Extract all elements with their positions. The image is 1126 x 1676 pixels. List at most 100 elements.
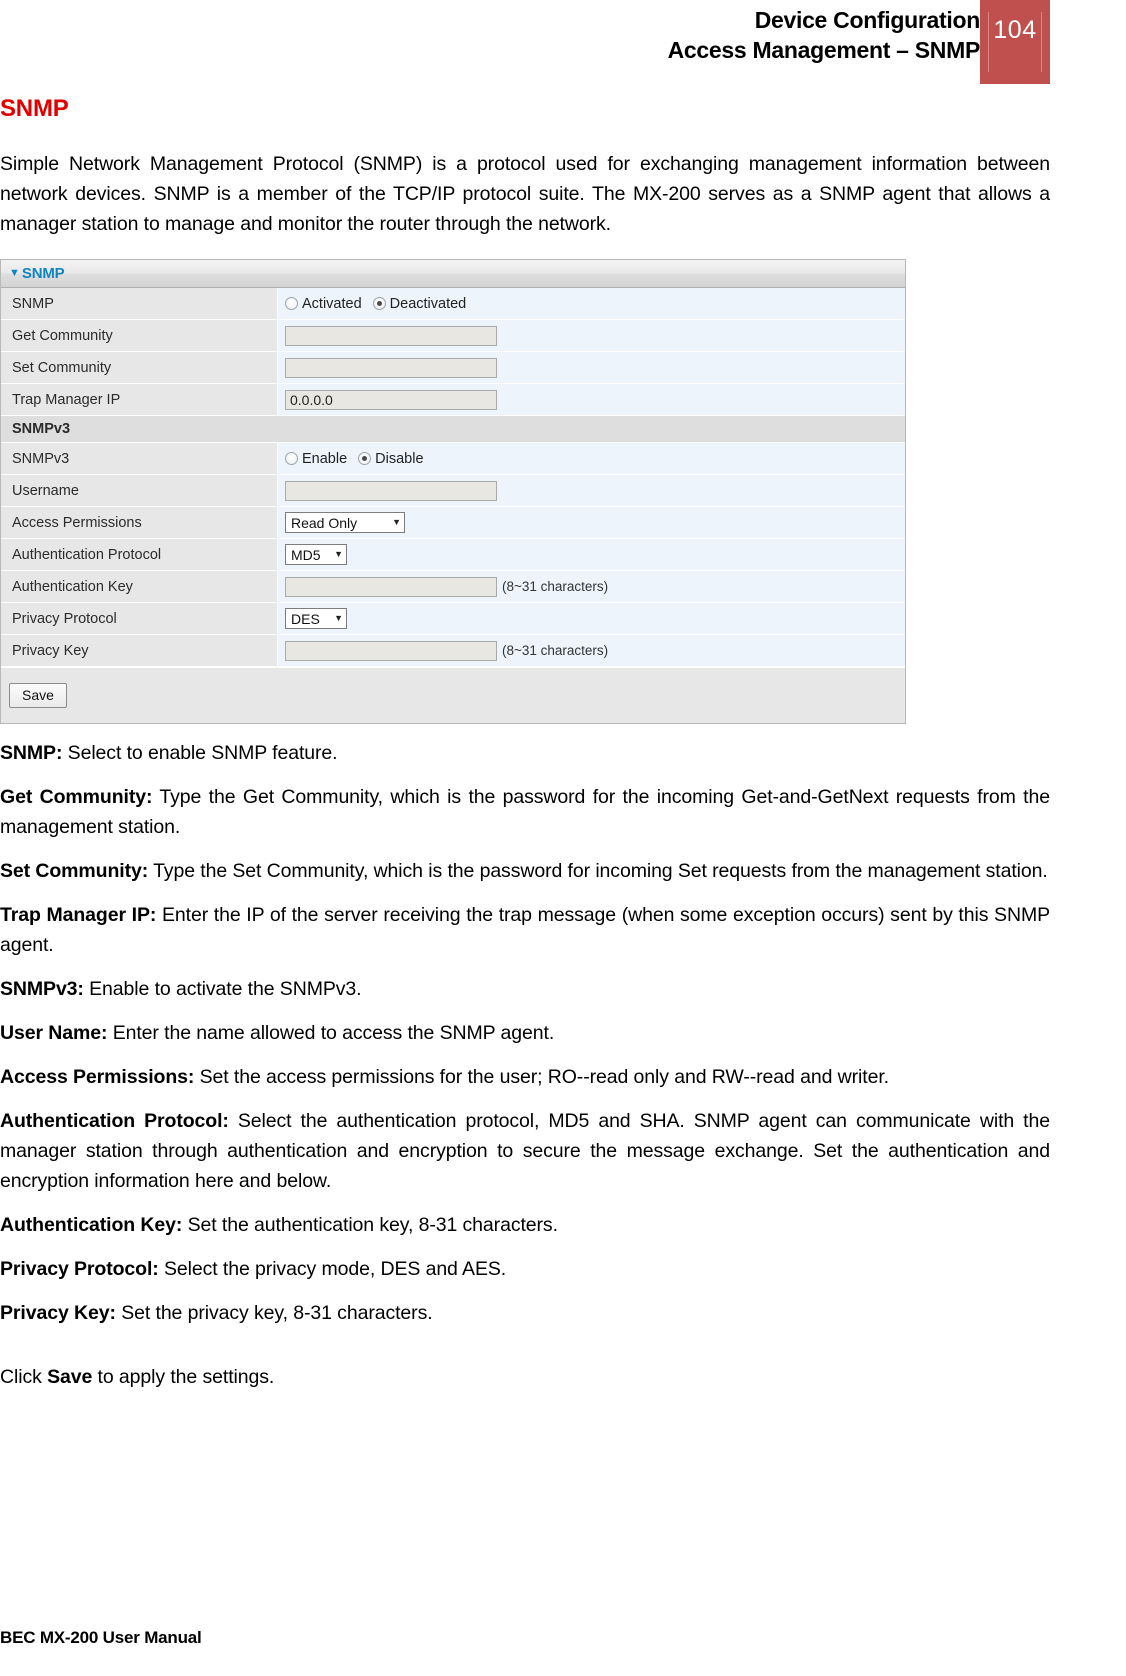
page-number: 104 [993,16,1037,44]
field-label: Authentication Key [1,571,278,602]
term: SNMPv3: [0,978,84,1000]
table-row: Get Community [1,320,905,352]
page-content: SNMP Simple Network Management Protocol … [0,95,1050,1406]
description-user-name: User Name: Enter the name allowed to acc… [0,1018,1050,1048]
definition: Enter the IP of the server receiving the… [0,904,1050,956]
table-row: Set Community [1,352,905,384]
term: Trap Manager IP: [0,904,157,926]
definition: Type the Set Community, which is the pas… [148,860,1048,882]
snmpv3-enable-radio-group[interactable]: Enable Disable [285,451,424,467]
section-header-snmpv3: SNMPv3 [1,416,905,443]
collapse-caret-icon[interactable]: ▼ [9,268,20,279]
radio-option-enable[interactable]: Enable [285,451,347,467]
radio-icon-selected[interactable] [358,452,372,465]
chevron-down-icon[interactable]: ▼ [392,518,401,527]
field-label: SNMPv3 [1,443,278,474]
radio-label: Activated [302,295,362,312]
radio-icon[interactable] [285,297,298,310]
term: Authentication Protocol: [0,1110,229,1132]
field-label: Username [1,475,278,506]
field-label: Trap Manager IP [1,384,278,415]
table-row: Username [1,475,905,507]
field-value: MD5 ▼ [278,539,905,570]
field-label: Set Community [1,352,278,383]
panel-titlebar[interactable]: ▼ SNMP [1,260,905,288]
field-value [278,320,905,351]
radio-option-activated[interactable]: Activated [285,296,362,312]
username-input[interactable] [285,480,497,501]
radio-icon[interactable] [285,452,298,465]
field-value: Activated Deactivated [278,288,905,319]
definition: Enable to activate the SNMPv3. [83,978,362,1000]
authentication-protocol-select[interactable]: MD5 ▼ [285,544,347,565]
term: Set Community: [0,860,149,882]
field-value: (8~31 characters) [278,571,905,602]
chevron-down-icon[interactable]: ▼ [334,550,343,559]
closing-suffix: to apply the settings. [92,1366,275,1388]
term: Privacy Protocol: [0,1258,159,1280]
term: Authentication Key: [0,1214,183,1236]
radio-label: Deactivated [389,295,467,312]
select-value: Read Only [291,514,358,531]
privacy-key-hint: (8~31 characters) [502,643,609,658]
set-community-input[interactable] [285,357,497,378]
description-access-permissions: Access Permissions: Set the access permi… [0,1062,1050,1092]
select-value: DES [291,610,320,627]
radio-option-disable[interactable]: Disable [358,450,424,467]
privacy-key-input[interactable] [285,640,497,661]
radio-label: Disable [375,450,424,467]
definition: Set the access permissions for the user;… [194,1066,889,1088]
description-snmp: SNMP: Select to enable SNMP feature. [0,738,1050,768]
field-value: (8~31 characters) [278,635,905,666]
field-value: Enable Disable [278,443,905,474]
description-trap-manager-ip: Trap Manager IP: Enter the IP of the ser… [0,900,1050,960]
field-label: Authentication Protocol [1,539,278,570]
radio-icon-selected[interactable] [372,297,386,310]
definition: Set the authentication key, 8-31 charact… [182,1214,558,1236]
snmp-config-panel: ▼ SNMP SNMP Activated Deactivated Get Co… [0,259,906,724]
page-title: SNMP [0,95,69,122]
page-footer: BEC MX-200 User Manual [0,1628,202,1647]
field-label: Get Community [1,320,278,351]
access-permissions-select[interactable]: Read Only ▼ [285,512,405,533]
table-row: SNMP Activated Deactivated [1,288,905,320]
field-label: Privacy Key [1,635,278,666]
intro-paragraph: Simple Network Management Protocol (SNMP… [0,153,1050,235]
definition: Set the privacy key, 8-31 characters. [115,1302,433,1324]
page-number-badge: 104 [980,0,1050,84]
term: SNMP: [0,742,63,764]
header-title-line-2: Access Management – SNMP [667,37,981,63]
field-value [278,352,905,383]
table-row: Privacy Protocol DES ▼ [1,603,905,635]
closing-instruction: Click Save to apply the settings. [0,1362,1050,1392]
get-community-input[interactable] [285,325,497,346]
page-header: Device Configuration Access Management –… [0,0,1126,84]
panel-footer: Save [1,667,905,723]
snmp-enable-radio-group[interactable]: Activated Deactivated [285,296,466,312]
save-button[interactable]: Save [9,683,67,708]
header-title-block: Device Configuration Access Management –… [667,5,981,65]
description-get-community: Get Community: Type the Get Community, w… [0,782,1050,842]
field-value: DES ▼ [278,603,905,634]
authentication-key-input[interactable] [285,576,497,597]
panel-title: SNMP [21,265,65,282]
privacy-protocol-select[interactable]: DES ▼ [285,608,347,629]
field-value: 0.0.0.0 [278,384,905,415]
term: Get Community: [0,786,153,808]
term: User Name: [0,1022,108,1044]
description-privacy-protocol: Privacy Protocol: Select the privacy mod… [0,1254,1050,1284]
chevron-down-icon[interactable]: ▼ [334,614,343,623]
field-label: Access Permissions [1,507,278,538]
radio-option-deactivated[interactable]: Deactivated [372,295,467,312]
header-title-line-1: Device Configuration [754,7,981,33]
description-set-community: Set Community: Type the Set Community, w… [0,856,1050,886]
trap-manager-ip-input[interactable]: 0.0.0.0 [285,389,497,410]
field-value [278,475,905,506]
closing-prefix: Click [0,1366,48,1388]
table-row: SNMPv3 Enable Disable [1,443,905,475]
description-authentication-key: Authentication Key: Set the authenticati… [0,1210,1050,1240]
select-value: MD5 [291,546,321,563]
description-privacy-key: Privacy Key: Set the privacy key, 8-31 c… [0,1298,1050,1328]
term: Privacy Key: [0,1302,116,1324]
definition: Type the Get Community, which is the pas… [0,786,1050,838]
